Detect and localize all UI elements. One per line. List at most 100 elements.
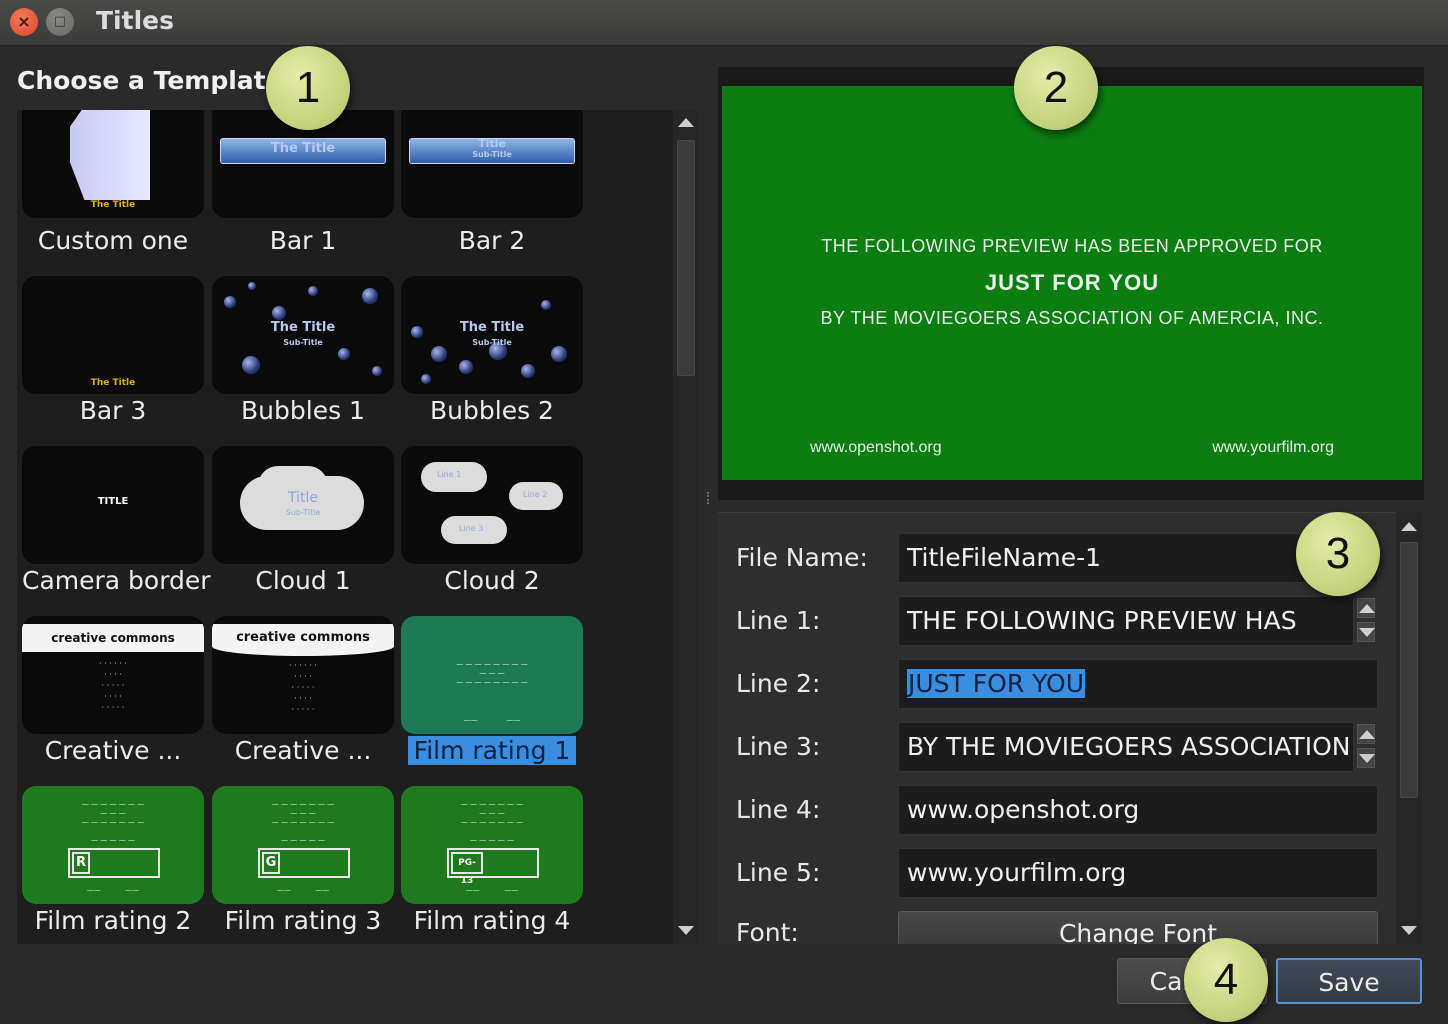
- template-thumbnail: Line 1 Line 2 Line 3: [401, 446, 583, 564]
- scroll-thumb[interactable]: [1400, 542, 1418, 798]
- line-4-input[interactable]: www.openshot.org: [898, 785, 1378, 835]
- rating-box: PG-13: [447, 848, 539, 886]
- bubble-shape: [459, 360, 473, 374]
- thumb-subtitle-text: Sub-Title: [472, 150, 512, 159]
- template-label: Film rating 2: [34, 906, 192, 935]
- preview-line-1: THE FOLLOWING PREVIEW HAS BEEN APPROVED …: [821, 236, 1323, 256]
- cc-body-text: · · · · · · · · · · · · · · · · · · · · · · …: [289, 661, 317, 714]
- mini-url-text: —— ——: [465, 886, 519, 894]
- splitter-handle[interactable]: [707, 492, 711, 504]
- scroll-down-icon[interactable]: [1401, 926, 1417, 935]
- mini-preview-text: — — — — —: [470, 836, 514, 844]
- line-3-spinner[interactable]: [1354, 722, 1378, 772]
- bubble-shape: [272, 306, 286, 320]
- window-title: Titles: [96, 6, 174, 35]
- template-thumbnail: — — — — — — — — — — — — — — — — — — — — — …: [212, 786, 394, 904]
- bubble-shape: [308, 286, 318, 296]
- template-thumbnail: The Title Sub-Title: [212, 276, 394, 394]
- line-5-input[interactable]: www.yourfilm.org: [898, 848, 1378, 898]
- template-label: Cloud 2: [444, 566, 540, 595]
- mini-url-text: —— ——: [276, 886, 330, 894]
- spin-down-icon[interactable]: [1357, 622, 1375, 642]
- line-1-spinner[interactable]: [1354, 596, 1378, 646]
- line-5-label: Line 5:: [736, 858, 821, 887]
- mini-preview-text: — — — — — — — — — — — — — — — — —: [271, 800, 335, 826]
- bubble-shape: [362, 288, 378, 304]
- template-list[interactable]: The Title Custom one The Title Bar 1 Tit…: [17, 110, 673, 944]
- bubble-shape: [338, 348, 350, 360]
- save-button[interactable]: Save: [1276, 958, 1422, 1004]
- bubble-shape: [372, 366, 382, 376]
- template-thumbnail: Title Sub-Title: [401, 110, 583, 218]
- line-2-input[interactable]: JUST FOR YOU: [898, 659, 1378, 709]
- scroll-thumb[interactable]: [677, 140, 695, 376]
- template-label: Bar 3: [79, 396, 147, 425]
- mini-preview-text: — — — — —: [91, 836, 135, 844]
- cc-logo: creative commons: [22, 624, 204, 652]
- template-label: Creative ...: [234, 736, 372, 765]
- thumb-subtitle-text: Sub-Title: [285, 508, 321, 517]
- arrow-down-icon: [1359, 754, 1375, 763]
- bubble-shape: [248, 282, 256, 290]
- thumb-subtitle-text: Sub-Title: [283, 338, 323, 347]
- thumb-title-text: The Title: [90, 200, 136, 210]
- title-preview: THE FOLLOWING PREVIEW HAS BEEN APPROVED …: [722, 86, 1422, 480]
- template-label: Creative ...: [44, 736, 182, 765]
- rating-box: R: [68, 848, 160, 878]
- arrow-up-icon: [1359, 730, 1375, 739]
- template-label: Film rating 1: [401, 736, 583, 765]
- spin-up-icon[interactable]: [1357, 724, 1375, 744]
- bubble-shape: [541, 300, 551, 310]
- bar-strip: Title Sub-Title: [409, 137, 575, 164]
- thumb-title-text: The Title: [459, 320, 525, 335]
- mini-preview-text: — — — — — — — — — — — — — — — — — — —: [456, 660, 528, 686]
- template-thumbnail: — — — — — — — — — — — — — — — — — — — —— —…: [401, 616, 583, 734]
- line-3-label: Line 3:: [736, 732, 821, 761]
- scroll-up-icon[interactable]: [678, 118, 694, 127]
- cc-body-text: · · · · · · · · · · · · · · · · · · · · · · …: [99, 659, 127, 712]
- line-1-label: Line 1:: [736, 606, 821, 635]
- selected-label-text: Film rating 1: [407, 736, 577, 765]
- mini-url-text: —— ——: [463, 716, 521, 724]
- scroll-up-icon[interactable]: [1401, 522, 1417, 531]
- template-label: Bar 1: [269, 226, 337, 255]
- font-label: Font:: [736, 918, 799, 944]
- preview-line-4: www.openshot.org: [810, 439, 942, 456]
- template-label: Bar 2: [458, 226, 526, 255]
- box-shape: [70, 110, 150, 200]
- thumb-title-text: Title: [287, 490, 318, 506]
- maximize-window-icon[interactable]: □: [46, 8, 74, 36]
- choose-template-heading: Choose a Template: [17, 66, 283, 95]
- form-scrollbar[interactable]: [1396, 512, 1422, 944]
- rating-letter: G: [262, 852, 280, 874]
- close-window-icon[interactable]: ×: [10, 8, 38, 36]
- template-thumbnail: — — — — — — — — — — — — — — — — — — — — — …: [22, 786, 204, 904]
- preview-line-2: JUST FOR YOU: [984, 270, 1160, 295]
- template-thumbnail: creative commons · · · · · · · · · · · · ·…: [22, 616, 204, 734]
- template-scrollbar[interactable]: [673, 110, 698, 944]
- preview-line-5: www.yourfilm.org: [1212, 439, 1334, 456]
- line-3-input[interactable]: BY THE MOVIEGOERS ASSOCIATION: [898, 722, 1354, 772]
- callout-1: 1: [266, 46, 350, 130]
- callout-2: 2: [1014, 46, 1098, 130]
- thumb-title-text: The Title: [90, 378, 136, 388]
- thumb-line1-text: Line 1: [437, 470, 462, 479]
- spin-up-icon[interactable]: [1357, 598, 1375, 618]
- preview-line-3: BY THE MOVIEGOERS ASSOCIATION OF AMERCIA…: [820, 308, 1324, 328]
- bar-strip: The Title: [220, 138, 386, 164]
- thumb-title-text: TITLE: [97, 496, 129, 507]
- template-label: Bubbles 2: [430, 396, 554, 425]
- arrow-up-icon: [1359, 604, 1375, 613]
- spin-down-icon[interactable]: [1357, 748, 1375, 768]
- line-1-input[interactable]: THE FOLLOWING PREVIEW HAS: [898, 596, 1354, 646]
- rating-letter: R: [72, 852, 90, 874]
- scroll-down-icon[interactable]: [678, 926, 694, 935]
- thumb-subtitle-text: Sub-Title: [472, 338, 512, 347]
- thumb-title-text: The Title: [270, 141, 336, 156]
- bubble-shape: [421, 374, 431, 384]
- change-font-button[interactable]: Change Font: [898, 911, 1378, 944]
- selected-text: JUST FOR YOU: [907, 669, 1086, 698]
- rating-letter: PG-13: [451, 852, 483, 886]
- line-4-label: Line 4:: [736, 795, 821, 824]
- template-thumbnail: The Title: [22, 110, 204, 218]
